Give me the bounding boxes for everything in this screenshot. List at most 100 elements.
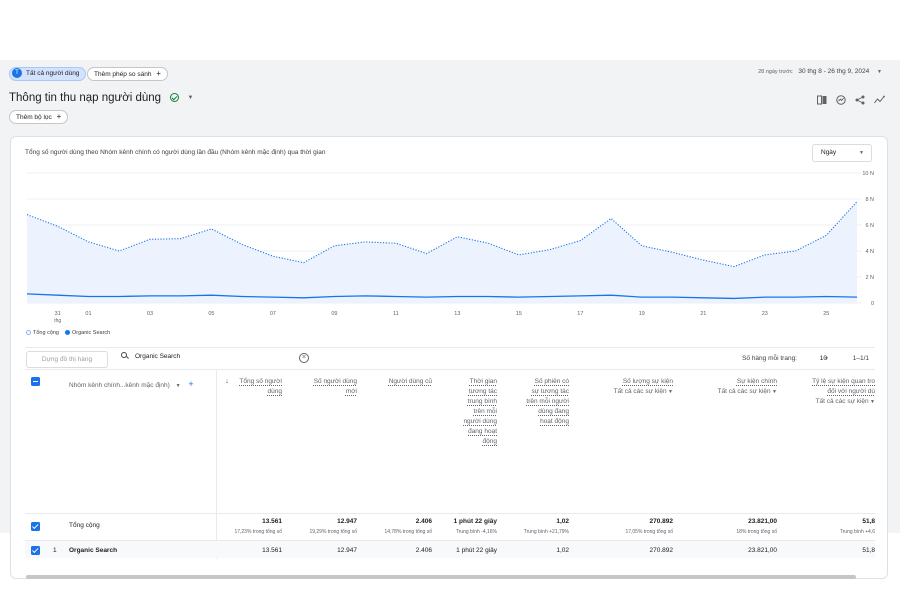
chevron-down-icon: ▼ [770, 389, 777, 395]
metric-header-line: Người dùng cũ [388, 378, 432, 385]
date-range-label: 28 ngày trước [758, 69, 793, 75]
date-range-value: 30 thg 8 - 26 thg 9, 2024 [798, 68, 870, 75]
row-label-organic-search[interactable]: Organic Search [69, 547, 117, 554]
chevron-down-icon: ▼ [877, 69, 882, 75]
metric-header-3[interactable]: Thời gian tương tác trung bình trên mỗi ngườ… [463, 377, 497, 447]
total-value-5: 270.892 [649, 518, 674, 525]
metric-header-1[interactable]: Số người dùng mới [314, 377, 357, 397]
chevron-down-icon[interactable]: ▼ [187, 95, 193, 101]
y-tick-label: 6 N [865, 223, 874, 229]
clear-search-icon[interactable]: × [299, 353, 309, 363]
metric-header-line: động [482, 438, 497, 445]
legend-item-total[interactable]: Tổng cộng [26, 329, 59, 336]
metric-event-filter[interactable]: Tất cả các sự kiện ▼ [614, 387, 673, 397]
metric-header-line: đang hoạt [468, 428, 497, 435]
metric-event-filter[interactable]: Tất cả các sự kiện ▼ [718, 387, 777, 397]
x-tick-label: 17 [577, 311, 583, 317]
chevron-down-icon: ▼ [868, 399, 875, 405]
x-tick-label: 05 [208, 311, 214, 317]
metric-header-5[interactable]: Số lượng sự kiện Tất cả các sự kiện ▼ [614, 377, 673, 397]
report-toolbar [817, 92, 885, 105]
metric-header-7[interactable]: Tỷ lệ sự kiện quan tro đối với người dù Tấ… [812, 377, 875, 407]
chevron-down-icon: ▼ [859, 150, 864, 156]
granularity-select[interactable]: Ngày ▼ [812, 144, 872, 162]
x-tick-label: 25 [823, 311, 829, 317]
report-card: Tổng số người dùng theo Nhóm kênh chính … [10, 136, 888, 579]
metric-event-filter-label: Tất cả các sự kiện [613, 388, 667, 395]
x-tick-label: 09 [331, 311, 337, 317]
y-tick-label: 2 N [865, 275, 874, 281]
total-subvalue-0: 17,23% trong tổng số [234, 529, 282, 535]
metric-header-line: đối với người dù [827, 388, 875, 395]
segment-chip-all-users[interactable]: T Tất cả người dùng [9, 67, 87, 81]
add-filter-label: Thêm bộ lọc [16, 114, 52, 121]
chevron-down-icon[interactable]: ▼ [824, 356, 829, 362]
x-tick-label: 23 [762, 311, 768, 317]
row-value-3: 1 phút 22 giây [456, 547, 497, 554]
total-value-7: 51,8 [862, 518, 875, 525]
y-tick-label: 0 [871, 301, 874, 307]
add-comparison-chip[interactable]: Thêm phép so sánh + [87, 67, 168, 81]
legend-label-organic: Organic Search [72, 330, 111, 336]
sort-arrow-icon: ↓ [225, 378, 229, 385]
x-tick-label: 31 [55, 311, 61, 317]
pagination-status: 1–1/1 [852, 355, 869, 362]
totals-divider [25, 513, 875, 514]
chart-legend: Tổng cộng Organic Search [26, 329, 111, 336]
add-dimension-icon[interactable]: + [188, 379, 193, 389]
plus-icon: + [56, 112, 62, 121]
y-tick-label: 4 N [865, 249, 874, 255]
row-value-4: 1,02 [556, 547, 569, 554]
add-filter-chip[interactable]: Thêm bộ lọc + [9, 110, 69, 124]
metric-header-line: trên mỗi [473, 408, 497, 415]
section-divider [25, 347, 875, 348]
row-value-1: 12.947 [337, 547, 357, 554]
date-range-picker[interactable]: 28 ngày trước 30 thg 8 - 26 thg 9, 2024 … [758, 68, 882, 75]
chevron-down-icon: ▼ [666, 389, 673, 395]
table-search-input[interactable]: Organic Search [121, 352, 181, 360]
legend-item-organic[interactable]: Organic Search [65, 329, 111, 336]
select-all-checkbox[interactable] [31, 377, 40, 386]
metric-header-line: dùng [267, 388, 282, 395]
add-comparison-label: Thêm phép so sánh [94, 71, 152, 78]
total-subvalue-2: 14,78% trong tổng số [384, 529, 432, 535]
metric-header-line: mới [345, 388, 357, 395]
x-tick-label: 21 [700, 311, 706, 317]
total-value-4: 1,02 [556, 518, 569, 525]
metric-header-line: trung bình [467, 398, 497, 405]
metric-header-line: Số người dùng [313, 378, 357, 385]
metric-header-line: tương tác [468, 388, 497, 395]
row-checkbox[interactable] [31, 546, 40, 555]
metric-header-line: trên mỗi người [526, 398, 569, 405]
verified-check-icon [170, 93, 180, 103]
page-title: Thông tin thu nạp người dùng ▼ [9, 92, 193, 104]
search-value: Organic Search [135, 353, 181, 360]
segment-chip-label: Tất cả người dùng [26, 70, 80, 77]
metric-header-6[interactable]: Sự kiện chính Tất cả các sự kiện ▼ [718, 377, 777, 397]
trend-icon[interactable] [874, 92, 885, 104]
metric-header-line: hoạt động [540, 418, 569, 425]
metric-header-0[interactable]: ↓ Tổng số người dùng [225, 377, 282, 397]
search-icon [121, 352, 127, 359]
legend-dot-organic [65, 329, 70, 335]
horizontal-scrollbar[interactable] [26, 575, 856, 579]
metric-header-2[interactable]: Người dùng cũ [389, 377, 432, 387]
plot-rows-button[interactable]: Dựng đồ thị hàng [26, 351, 108, 368]
metric-event-filter[interactable]: Tất cả các sự kiện ▼ [812, 397, 875, 407]
dimension-header[interactable]: Nhóm kênh chính...kênh mặc định) ▼ + [69, 379, 194, 389]
insights-icon[interactable] [836, 92, 846, 105]
share-icon[interactable] [855, 92, 865, 105]
rows-per-page-label: Số hàng mỗi trang: [742, 355, 797, 362]
total-row-checkbox[interactable] [31, 522, 40, 531]
segment-avatar: T [12, 67, 22, 78]
x-tick-label: 19 [639, 311, 645, 317]
analytics-app: T Tất cả người dùng Thêm phép so sánh + 2… [0, 60, 900, 579]
total-value-2: 2.406 [415, 518, 432, 525]
metric-header-4[interactable]: Số phiên có sự tương tác trên mỗi người dùn… [526, 377, 569, 427]
metric-header-line: Tỷ lệ sự kiện quan tro [812, 378, 875, 385]
compare-view-icon[interactable] [817, 92, 827, 105]
plus-icon: + [156, 69, 161, 78]
metric-header-line: sự tương tác [531, 388, 569, 395]
chart-title: Tổng số người dùng theo Nhóm kênh chính … [25, 149, 326, 156]
metric-header-line: người dùng [463, 418, 497, 425]
